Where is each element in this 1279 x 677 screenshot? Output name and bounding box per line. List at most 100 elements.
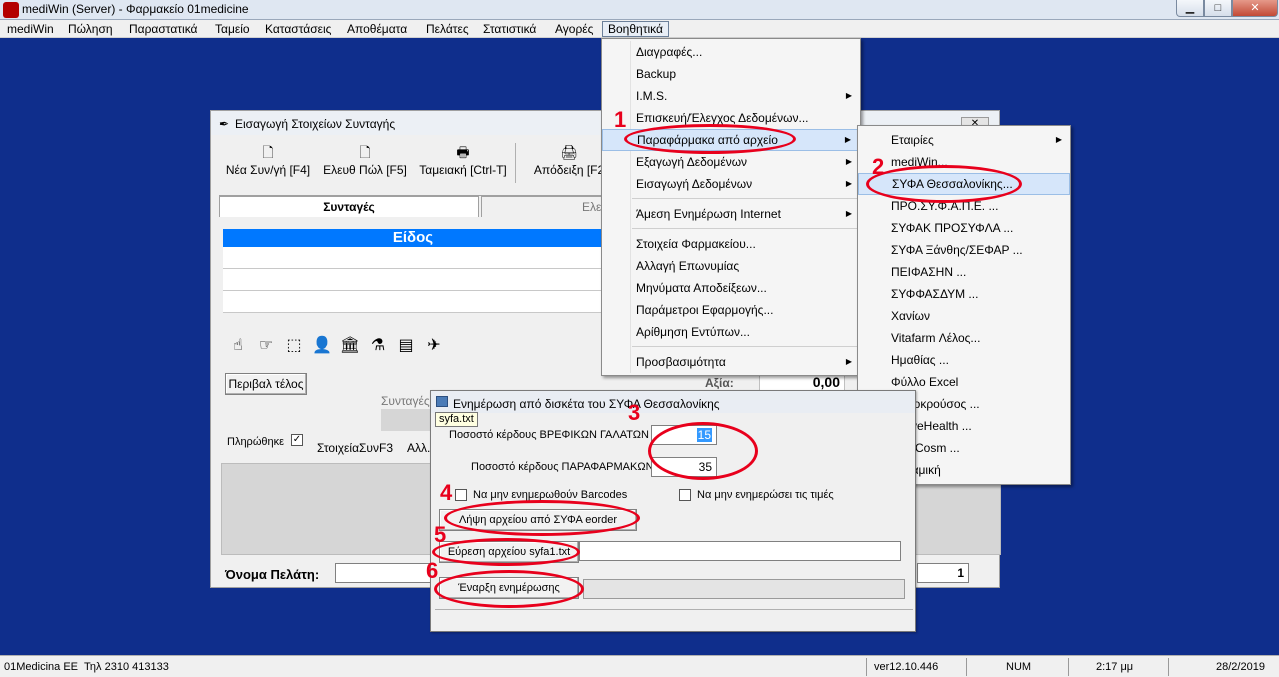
menu-separator [632, 228, 858, 229]
menu-item-import-data[interactable]: Εισαγωγή Δεδομένων ▶ [602, 173, 860, 195]
submenu-arrow-icon: ▶ [844, 135, 851, 144]
menu-item-repair-data[interactable]: Επισκευή/Έλεγχος Δεδομένων... [602, 107, 860, 129]
table-row[interactable] [223, 291, 603, 313]
baby-milk-margin-value: 15 [696, 428, 712, 442]
menu-purchases[interactable]: Αγορές [550, 21, 598, 37]
hand-icon[interactable]: ☝ [225, 333, 251, 359]
parapharmacy-margin-input[interactable]: 35 [651, 457, 717, 477]
close-button[interactable]: ✕ [1232, 0, 1278, 17]
get-file-from-syfa-eorder-button[interactable]: Λήψη αρχείου από ΣΥΦΑ eorder [439, 509, 637, 531]
no-prices-checkbox[interactable] [679, 489, 691, 501]
menu-item-label: Εξαγωγή Δεδομένων [636, 155, 748, 169]
menu-mediwin[interactable]: mediWin [2, 21, 59, 37]
submenu-item-imathia[interactable]: Ημαθίας ... [858, 349, 1070, 371]
menu-item-deletions[interactable]: Διαγραφές... [602, 41, 860, 63]
paid-checkbox[interactable]: ✓ [291, 434, 303, 446]
submenu-item-label: Vitafarm Λέλος... [891, 331, 981, 345]
baby-milk-margin-input[interactable]: 15 [651, 425, 717, 445]
menu-statistics[interactable]: Στατιστικά [478, 21, 541, 37]
receipt-button[interactable]: 🖨 Απόδειξη [F2 [531, 143, 607, 183]
parapharmacy-margin-label: Ποσοστό κέρδους ΠΑΡΑΦΑΡΜΑΚΩΝ [471, 461, 654, 473]
prescription-window-title: Εισαγωγή Στοιχείων Συνταγής [235, 117, 396, 131]
cash-register-button[interactable]: 🖶 Ταμειακή [Ctrl-T] [415, 143, 511, 183]
selection-icon[interactable]: ⬚ [281, 333, 307, 359]
menu-item-label: Αρίθμηση Εντύπων... [636, 325, 750, 339]
table-row[interactable] [223, 269, 603, 291]
flask-icon[interactable]: ⚗ [365, 333, 391, 359]
tab-prescriptions[interactable]: Συνταγές [219, 196, 479, 217]
file-path-input[interactable] [579, 541, 901, 561]
no-barcodes-checkbox[interactable] [455, 489, 467, 501]
building-icon[interactable]: 🏛 [337, 333, 363, 359]
receipt-label: Απόδειξη [F2 [533, 163, 605, 177]
free-sale-button[interactable]: 🗋 Ελευθ Πώλ [F5] [321, 143, 409, 183]
submenu-item-label: mediWin... [891, 155, 948, 169]
card-icon[interactable]: ▤ [393, 333, 419, 359]
submenu-item-syfa-thessaloniki[interactable]: ΣΥΦΑ Θεσσαλονίκης... [858, 173, 1070, 195]
submenu-item-label: ΣΥΦΑ Θεσσαλονίκης... [892, 177, 1013, 191]
menu-item-internet-update[interactable]: Άμεση Ενημέρωση Internet ▶ [602, 203, 860, 225]
cash-register-label: Ταμειακή [Ctrl-T] [419, 163, 507, 177]
submenu-item-syfa-xanthi[interactable]: ΣΥΦΑ Ξάνθης/ΣΕΦΑΡ ... [858, 239, 1070, 261]
submenu-item-peifasin[interactable]: ΠΕΙΦΑΣΗΝ ... [858, 261, 1070, 283]
new-prescription-button[interactable]: 🗋 Νέα Συν/γή [F4] [223, 143, 313, 183]
menu-item-change-name[interactable]: Αλλαγή Επωνυμίας [602, 255, 860, 277]
menu-item-export-data[interactable]: Εξαγωγή Δεδομένων ▶ [602, 151, 860, 173]
menu-reports[interactable]: Καταστάσεις [260, 21, 336, 37]
submenu-arrow-icon: ▶ [845, 209, 852, 218]
paid-label: Πληρώθηκε [227, 436, 285, 448]
menu-sales[interactable]: Πώληση [63, 21, 118, 37]
grid-header-item: Είδος [223, 229, 603, 247]
submenu-item-prosyfape[interactable]: ΠΡΟ.ΣΥ.Φ.Α.Π.Ε. ... [858, 195, 1070, 217]
menu-cashier[interactable]: Ταμείο [210, 21, 255, 37]
menu-item-label: Άμεση Ενημέρωση Internet [636, 207, 781, 221]
submenu-item-companies[interactable]: Εταιρίες ▶ [858, 129, 1070, 151]
menu-item-pharmacy-info[interactable]: Στοιχεία Φαρμακείου... [602, 233, 860, 255]
submenu-item-chania[interactable]: Χανίων [858, 305, 1070, 327]
menu-item-backup[interactable]: Backup [602, 63, 860, 85]
window-icon [436, 396, 448, 407]
dialog-titlebar: Ενημέρωση από δισκέτα του ΣΥΦΑ Θεσσαλονί… [431, 391, 915, 413]
prescription-info-f3-label[interactable]: ΣτοιχείαΣυνF3 [317, 441, 393, 455]
pointer-icon[interactable]: ☞ [253, 333, 279, 359]
menu-item-accessibility[interactable]: Προσβασιμότητα ▶ [602, 351, 860, 373]
customer-name-input[interactable] [335, 563, 431, 583]
submenu-item-mediwin[interactable]: mediWin... [858, 151, 1070, 173]
menu-item-form-numbering[interactable]: Αρίθμηση Εντύπων... [602, 321, 860, 343]
table-row[interactable] [223, 247, 603, 269]
menu-item-app-parameters[interactable]: Παράμετροι Εφαρμογής... [602, 299, 860, 321]
submenu-item-label: ΣΥΦΦΑΣΔΥΜ ... [891, 287, 979, 301]
submenu-item-label: Φύλλο Excel [891, 375, 959, 389]
menu-item-parapharmacy-from-file[interactable]: Παραφάρμακα από αρχείο ▶ [602, 129, 860, 151]
maximize-button[interactable]: □ [1204, 0, 1232, 17]
status-separator [966, 658, 967, 676]
free-sale-label: Ελευθ Πώλ [F5] [323, 163, 407, 177]
printer-icon: 🖨 [560, 144, 578, 160]
plane-icon[interactable]: ✈ [421, 333, 447, 359]
status-bar: 01Medicina EE Τηλ 2310 413133 ver12.10.4… [0, 655, 1279, 677]
status-num-lock: NUM [1006, 661, 1032, 673]
submenu-item-label: ΣΥΦΑΚ ΠΡΟΣΥΦΛΑ ... [891, 221, 1014, 235]
minimize-button[interactable]: ▁ [1176, 0, 1204, 17]
person-icon[interactable]: 👤 [309, 333, 335, 359]
total-label: Αξία: [705, 376, 734, 390]
menu-item-ims[interactable]: I.M.S. ▶ [602, 85, 860, 107]
find-syfa-file-button[interactable]: Εύρεση αρχείου syfa1.txt [439, 541, 579, 563]
menu-customers[interactable]: Πελάτες [421, 21, 474, 37]
submenu-arrow-icon: ▶ [845, 157, 852, 166]
submenu-item-syffasdym[interactable]: ΣΥΦΦΑΣΔΥΜ ... [858, 283, 1070, 305]
submenu-item-label: Εταιρίες [891, 133, 934, 147]
dialog-divider [435, 609, 913, 610]
menu-documents[interactable]: Παραστατικά [124, 21, 202, 37]
start-update-button[interactable]: Έναρξη ενημέρωσης [439, 577, 579, 599]
no-barcodes-label: Να μην ενημερωθούν Barcodes [473, 489, 628, 501]
menu-stock[interactable]: Αποθέματα [342, 21, 412, 37]
submenu-item-syfak[interactable]: ΣΥΦΑΚ ΠΡΟΣΥΦΛΑ ... [858, 217, 1070, 239]
submenu-arrow-icon: ▶ [845, 179, 852, 188]
submenu-arrow-icon: ▶ [845, 91, 852, 100]
cancel-end-button[interactable]: Περιβαλ τέλος [225, 373, 307, 395]
submenu-item-vitafarm[interactable]: Vitafarm Λέλος... [858, 327, 1070, 349]
menu-utilities[interactable]: Βοηθητικά [602, 21, 669, 37]
menu-item-receipt-messages[interactable]: Μηνύματα Αποδείξεων... [602, 277, 860, 299]
other-label: Αλλ. [407, 441, 431, 455]
